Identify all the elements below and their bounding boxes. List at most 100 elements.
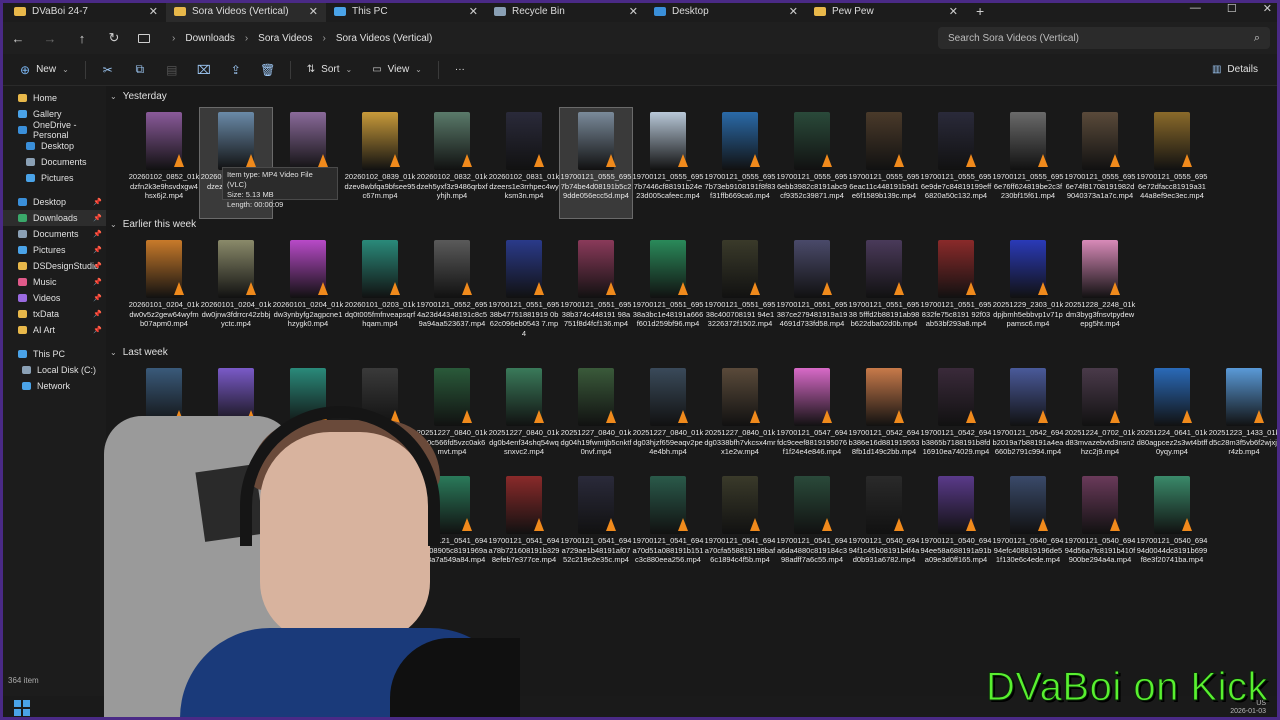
file-item[interactable]: 19700121_0540_69494d0044dc8191b699f8e3f2… [1136, 472, 1208, 582]
pin-icon[interactable]: 📌 [93, 246, 102, 254]
refresh-button[interactable]: ↻ [98, 30, 130, 46]
search-input[interactable]: Search Sora Videos (Vertical) ⌕ [938, 27, 1270, 49]
sidebar-item[interactable]: Pictures 📌 [0, 242, 106, 258]
sidebar-item[interactable]: Music 📌 [0, 274, 106, 290]
file-item[interactable]: 19700121_0555_6956e76ff624819be2c3f230bf… [992, 108, 1064, 218]
file-item[interactable]: 20260102_0839_01kdzev8wbfqa9bfsee95c67m.… [344, 108, 416, 218]
file-item[interactable]: 19700121_0555_6956e9de7c84819199eff6820a… [920, 108, 992, 218]
file-item[interactable]: 19700121_0551_695832fe75c8191 92f03ab53b… [920, 236, 992, 346]
rename-icon[interactable]: ⌧ [188, 63, 220, 77]
sidebar-item[interactable]: Videos 📌 [0, 290, 106, 306]
file-item[interactable]: 19700121_0541_694a729ae1b48191af0752c219… [560, 472, 632, 582]
tab-pew-pew[interactable]: Pew Pew ✕ [806, 0, 966, 22]
sidebar-item[interactable]: DSDesignStudio 📌 [0, 258, 106, 274]
file-item[interactable]: 19700121_0555_6956ebb3982c8191abc9cf9352… [776, 108, 848, 218]
file-item[interactable]: 20251229_2303_01kdpjbmh5ebbvp1v71ppamsc6… [992, 236, 1064, 346]
copy-icon[interactable]: ⧉ [124, 62, 156, 77]
sidebar-item[interactable]: OneDrive - Personal [0, 120, 106, 140]
file-item[interactable]: 19700121_0542_694b3865b7188191b8fd16910e… [920, 364, 992, 474]
file-item[interactable]: 20251227_0840_01kdg04h19fwmtjb5cnktf0nvf… [560, 364, 632, 474]
pin-icon[interactable]: 📌 [93, 278, 102, 286]
sidebar-item[interactable]: Documents [0, 154, 106, 170]
close-icon[interactable]: ✕ [629, 5, 638, 18]
file-item[interactable]: 19700121_0541_694a70cfa558819198baf6c189… [704, 472, 776, 582]
more-options-button[interactable]: ··· [445, 64, 475, 75]
file-item[interactable]: 19700121_0541_694a70d51a088191b151c3c880… [632, 472, 704, 582]
file-item[interactable]: 19700121_0555_6957b73eb9108191f8f83f31ff… [704, 108, 776, 218]
minimize-icon[interactable]: — [1190, 2, 1201, 15]
pin-icon[interactable]: 📌 [93, 230, 102, 238]
file-item[interactable]: 20260101_0204_01kdw0jnw3fdrrcr42zbbjyctc… [200, 236, 272, 346]
file-item[interactable]: 20260102_0832_01kdzeh5yxf3z9486qrbxfyhjh… [416, 108, 488, 218]
forward-button[interactable]: → [34, 31, 66, 46]
new-button[interactable]: ⊕ New ⌄ [10, 63, 79, 77]
file-item[interactable]: 19700121_0547_694fdc9ceef8819195076f1f24… [776, 364, 848, 474]
sidebar-item[interactable]: txData 📌 [0, 306, 106, 322]
paste-icon[interactable]: ▤ [156, 63, 188, 77]
file-item[interactable]: 19700121_0542_694b386e16d8819195538fb1d1… [848, 364, 920, 474]
maximize-icon[interactable]: ☐ [1227, 2, 1237, 15]
file-item[interactable]: 19700121_0551_695387ce279481919a194691d7… [776, 236, 848, 346]
file-item[interactable]: 19700121_0552_6954a23d44348191c8c59a94aa… [416, 236, 488, 346]
sidebar-item[interactable]: Desktop [0, 138, 106, 154]
search-icon[interactable]: ⌕ [1254, 32, 1260, 45]
share-icon[interactable]: ⇪ [220, 63, 252, 77]
close-window-icon[interactable]: ✕ [1263, 2, 1272, 15]
tab-recycle-bin[interactable]: Recycle Bin ✕ [486, 0, 646, 22]
breadcrumb-sora-videos[interactable]: Sora Videos [258, 33, 312, 44]
file-item[interactable]: 19700121_0542_694b2019a7b88191a4ea660b27… [992, 364, 1064, 474]
file-item[interactable]: 20260102_0831_01kdzeers1e3rrhpec4wyksm3n… [488, 108, 560, 218]
sidebar-item[interactable]: Local Disk (C:) [0, 362, 106, 378]
file-item[interactable]: 20251227_0840_01kdg03hjzf659eaqv2pe4e4bh… [632, 364, 704, 474]
pin-icon[interactable]: 📌 [93, 262, 102, 270]
sidebar-item[interactable]: Pictures [0, 170, 106, 186]
close-icon[interactable]: ✕ [949, 5, 958, 18]
file-item[interactable]: 19700121_0555_6957b7446cf88191b24e23d005… [632, 108, 704, 218]
file-item[interactable]: 19700121_0555_6956eac11c448191b9d1e6f158… [848, 108, 920, 218]
cut-icon[interactable]: ✂ [92, 63, 124, 77]
close-icon[interactable]: ✕ [309, 5, 318, 18]
file-item[interactable]: 19700121_0551_69538a3bc1e48191a666f601d2… [632, 236, 704, 346]
file-item[interactable]: 20251224_0641_01kd80agpcez2s3wt4btff0yqy… [1136, 364, 1208, 474]
file-item[interactable]: 19700121_0540_69494efc408819196de51f130e… [992, 472, 1064, 582]
chevron-right-icon[interactable]: › [245, 33, 248, 44]
new-tab-button[interactable]: + [966, 3, 994, 19]
file-item[interactable]: 20260101_0204_01kdw0v5z2gew64wyfmb07apm0… [128, 236, 200, 346]
sidebar-item[interactable]: Network [0, 378, 106, 394]
chevron-right-icon[interactable]: › [172, 33, 175, 44]
details-button[interactable]: ▥ Details [1212, 64, 1258, 75]
file-item[interactable]: 20251228_2248_01kdm3byg3fnsvtpydewepg5ht… [1064, 236, 1136, 346]
chevron-down-icon[interactable]: ⌄ [110, 220, 117, 229]
file-item[interactable]: 19700121_0541_694a6da4880c819184c398adff… [776, 472, 848, 582]
tab-this-pc[interactable]: This PC ✕ [326, 0, 486, 22]
tab-sora-videos[interactable]: Sora Videos (Vertical) ✕ [166, 0, 326, 22]
pin-icon[interactable]: 📌 [93, 214, 102, 222]
pin-icon[interactable]: 📌 [93, 310, 102, 318]
file-item[interactable]: 19700121_0551_69538c400708191 94e1322637… [704, 236, 776, 346]
sidebar-item[interactable]: Home [0, 90, 106, 106]
file-item[interactable]: 19700121_0540_69494f1c45b08191b4f4ad0b93… [848, 472, 920, 582]
sidebar-item[interactable]: Desktop 📌 [0, 194, 106, 210]
view-button[interactable]: ▭ View ⌄ [362, 64, 432, 75]
file-item[interactable]: 20251224_0702_01kd83mvazebvtd3nsn2hzc2j9… [1064, 364, 1136, 474]
delete-icon[interactable]: 🗑 [252, 63, 284, 77]
sidebar-item[interactable]: This PC [0, 346, 106, 362]
file-item[interactable]: 19700121_0555_6957b74be4d08191b5c29dde05… [559, 107, 633, 219]
sidebar-item[interactable]: Documents 📌 [0, 226, 106, 242]
file-item[interactable]: 19700121_0555_6956e72dfacc81919a3144a8ef… [1136, 108, 1208, 218]
windows-start-icon[interactable] [14, 700, 30, 716]
file-item[interactable]: 20260101_0203_01kdq0t005fmfnveapsqrfhqam… [344, 236, 416, 346]
file-item[interactable]: 20251223_1433_01kd5c28m3f5vb6f2wjxjfr4zb… [1208, 364, 1280, 474]
back-button[interactable]: ← [2, 31, 34, 46]
file-item[interactable]: 19700121_0540_69494d56a7fc8191b410f900be… [1064, 472, 1136, 582]
file-item[interactable]: 19700121_0551_69538b47751881919 0b62c096… [488, 236, 560, 346]
up-button[interactable]: ↑ [66, 31, 98, 46]
close-icon[interactable]: ✕ [149, 5, 158, 18]
file-item[interactable]: 20260102_0852_01kdzfn2k3e9hsvdxgw4hsx6j2… [128, 108, 200, 218]
sidebar-item[interactable]: AI Art 📌 [0, 322, 106, 338]
file-item[interactable]: 20251227_0840_01kdg0338bfh7vkcsx4mrx1e2w… [704, 364, 776, 474]
file-item[interactable]: 19700121_0551_69538b374c448191 98a751f8d… [560, 236, 632, 346]
group-header[interactable]: ⌄ Yesterday [110, 91, 167, 102]
group-header[interactable]: ⌄ Last week [110, 347, 168, 358]
pc-icon[interactable] [138, 33, 150, 43]
